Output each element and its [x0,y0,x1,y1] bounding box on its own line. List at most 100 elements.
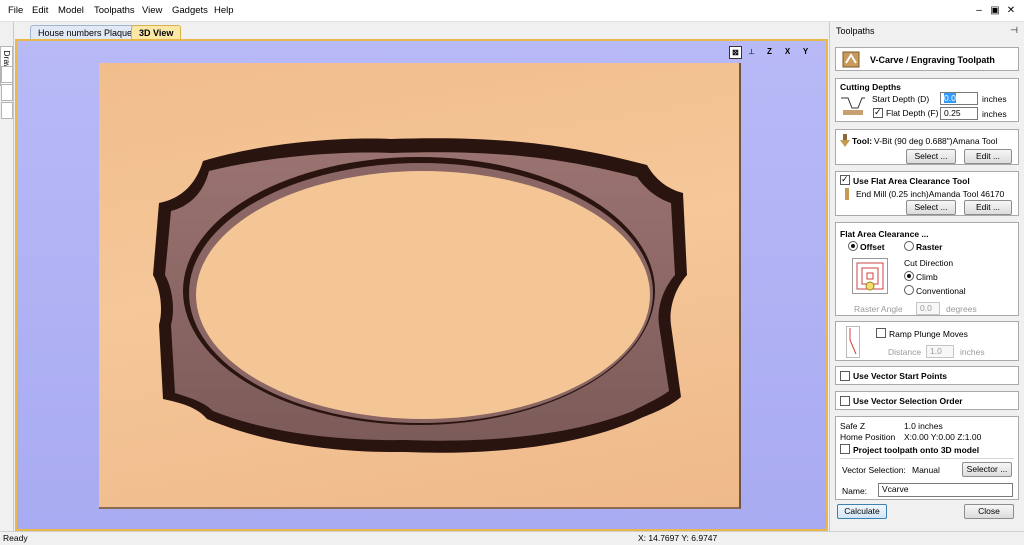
vector-start-points-section: Use Vector Start Points [835,366,1019,385]
raster-angle-input[interactable]: 0.0 [916,302,940,315]
raster-radio[interactable] [904,241,914,251]
home-position-label: Home Position [840,432,896,442]
toolpath-settings-section: Safe Z 1.0 inches Home Position X:0.00 Y… [835,416,1019,500]
calculate-button[interactable]: Calculate [837,504,887,519]
ramp-checkbox[interactable] [876,328,886,338]
plaque-carving [153,138,687,453]
ramp-section: Ramp Plunge Moves Distance 1.0 inches [835,321,1019,361]
tool-edit-button[interactable]: Edit ... [964,149,1012,164]
ramp-distance-label: Distance [888,347,922,357]
iso-view-icon[interactable]: ⊠ [729,46,742,59]
toolpath-heading-text: V-Carve / Engraving Toolpath [870,55,995,65]
start-depth-unit: inches [982,94,1007,104]
home-position-value: X:0.00 Y:0.00 Z:1.00 [904,432,982,442]
vbit-icon [840,134,850,147]
menu-gadgets[interactable]: Gadgets [168,0,212,22]
raster-label: Raster [916,242,943,252]
flat-area-clearance-title: Flat Area Clearance ... [840,229,929,239]
toolpath-heading: V-Carve / Engraving Toolpath [835,47,1019,71]
vector-start-points-checkbox[interactable] [840,371,850,381]
vector-selection-label: Vector Selection: [842,465,906,475]
offset-pattern-icon [852,258,888,294]
flat-area-tool-checkbox[interactable] [840,174,850,185]
document-tab-bar: House numbers Plaque 3D View [15,22,827,40]
pin-icon[interactable]: ⊣ [1010,25,1018,36]
menu-model[interactable]: Model [54,0,88,22]
ramp-distance-input[interactable]: 1.0 [926,345,954,358]
flat-depth-input[interactable]: 0.25 [940,107,978,120]
axis-view-icon[interactable]: ⟂ [745,46,758,59]
vector-selection-value: Manual [912,465,940,475]
flat-depth-label: Flat Depth (F) [886,108,939,118]
dock-slot[interactable] [1,102,13,119]
tab-house-numbers-plaque[interactable]: House numbers Plaque [30,25,141,40]
flat-area-tool-label: Use Flat Area Clearance Tool [853,176,970,186]
raster-angle-unit: degrees [946,304,977,314]
offset-label: Offset [860,242,885,252]
menu-file[interactable]: File [4,0,27,22]
menu-help[interactable]: Help [210,0,238,22]
panel-title: Toolpaths [836,26,875,36]
conventional-radio[interactable] [904,285,914,295]
close-window-icon[interactable]: ✕ [1004,0,1018,22]
oval-center [196,171,650,419]
selector-button[interactable]: Selector ... [962,462,1012,477]
tool-label: Tool: [852,136,873,146]
menu-edit[interactable]: Edit [28,0,52,22]
dock-slot[interactable] [1,84,13,101]
cutting-depths-section: Cutting Depths Start Depth (D) 0.0 inche… [835,78,1019,122]
vector-selection-order-label: Use Vector Selection Order [853,396,963,406]
menu-toolpaths[interactable]: Toolpaths [90,0,139,22]
view-y-icon[interactable]: Y [799,46,812,59]
project-toolpath-checkbox[interactable] [840,444,850,454]
flat-tool-select-button[interactable]: Select ... [906,200,956,215]
ramp-distance-unit: inches [960,347,985,357]
view-z-icon[interactable]: Z [763,46,776,59]
vcarve-icon [842,51,860,68]
ramp-icon [846,326,860,358]
name-label: Name: [842,486,868,496]
safe-z-label: Safe Z [840,421,866,431]
settings-divider [840,458,1014,459]
menu-bar: File Edit Model Toolpaths View Gadgets H… [0,0,1024,22]
start-depth-label: Start Depth (D) [872,94,930,104]
flat-depth-checkbox[interactable] [873,107,883,118]
status-bar: Ready X: 14.7697 Y: 6.9747 [0,531,1024,545]
flat-area-tool-section: Use Flat Area Clearance Tool End Mill (0… [835,171,1019,216]
ramp-label: Ramp Plunge Moves [889,329,968,339]
cutting-depths-title: Cutting Depths [840,82,901,92]
cursor-coordinates: X: 14.7697 Y: 6.9747 [638,533,718,543]
dock-slot[interactable] [1,66,13,83]
cut-direction-label: Cut Direction [904,258,954,268]
flat-area-clearance-section: Flat Area Clearance ... Offset Raster Cu… [835,222,1019,316]
start-depth-input[interactable]: 0.0 [940,92,978,105]
view-x-icon[interactable]: X [781,46,794,59]
flat-tool-edit-button[interactable]: Edit ... [964,200,1012,215]
climb-radio[interactable] [904,271,914,281]
vector-selection-order-checkbox[interactable] [840,396,850,406]
conventional-label: Conventional [916,286,966,296]
project-toolpath-label: Project toolpath onto 3D model [853,445,980,455]
flat-area-tool-name: End Mill (0.25 inch)Amanda Tool 46170 [856,189,1005,199]
restore-icon[interactable]: ▣ [988,0,1002,22]
vector-selection-order-section: Use Vector Selection Order [835,391,1019,410]
start-depth-value: 0.0 [944,93,956,103]
flat-depth-unit: inches [982,109,1007,119]
raster-angle-label: Raster Angle [854,304,903,314]
wood-board [99,63,741,509]
vector-start-points-label: Use Vector Start Points [853,371,948,381]
endmill-icon [845,188,849,200]
toolpath-name-input[interactable]: Vcarve [878,483,1013,497]
tab-3d-view[interactable]: 3D View [131,25,182,40]
offset-radio[interactable] [848,241,858,251]
tool-select-button[interactable]: Select ... [906,149,956,164]
3d-viewport[interactable]: ⊠ ⟂ Z X Y [15,39,828,531]
close-button[interactable]: Close [964,504,1014,519]
status-text: Ready [3,533,28,543]
depth-diagram-icon [841,97,865,115]
menu-view[interactable]: View [138,0,166,22]
left-dock-strip: Drawing [0,22,14,531]
minimize-icon[interactable]: – [972,0,986,22]
tool-section: Tool: V-Bit (90 deg 0.688")Amana Tool Se… [835,129,1019,165]
climb-label: Climb [916,272,938,282]
